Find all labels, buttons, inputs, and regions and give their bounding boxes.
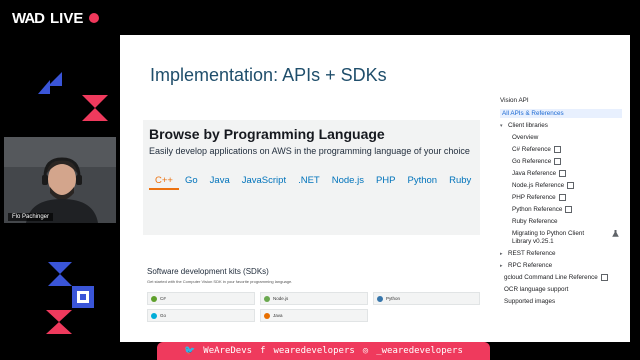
twitter-handle: WeAreDevs: [203, 346, 253, 356]
nav-title[interactable]: Vision API: [500, 97, 529, 104]
presenter-webcam: Flo Pachinger: [4, 137, 116, 223]
external-link-icon: [559, 170, 567, 177]
sdk-card-python[interactable]: Python: [373, 292, 480, 305]
external-link-icon: [600, 274, 608, 281]
instagram-icon: ◎: [362, 346, 369, 356]
nav-client-libraries-label: Client libraries: [508, 122, 548, 129]
nav-csharp-reference[interactable]: C# Reference: [512, 146, 561, 153]
nav-java-reference[interactable]: Java Reference: [512, 170, 567, 177]
sdk-card-label: Python: [386, 296, 401, 301]
nav-rpc-reference[interactable]: ▸ RPC Reference: [500, 262, 552, 269]
sdk-card-label: Java: [273, 313, 283, 318]
sdk-card-label: C#: [160, 296, 166, 301]
nav-gcloud-label: gcloud Command Line Reference: [504, 274, 598, 281]
csharp-icon: [151, 295, 157, 302]
instagram-handle: _wearedevelopers: [376, 346, 463, 356]
nav-client-libraries[interactable]: ▾ Client libraries: [500, 122, 548, 129]
nav-ocr-support[interactable]: OCR language support: [504, 286, 568, 293]
sdk-section: Software development kits (SDKs) Get sta…: [143, 235, 480, 335]
flask-icon: [612, 230, 619, 237]
go-icon: [151, 312, 157, 319]
sdk-card-label: Node.js: [273, 296, 289, 301]
decorative-bowtie-icon: [82, 95, 108, 121]
presentation-slide: Implementation: APIs + SDKs Browse by Pr…: [120, 35, 630, 342]
sdk-heading: Software development kits (SDKs): [147, 267, 269, 276]
external-link-icon: [567, 182, 575, 189]
sdk-card-nodejs[interactable]: Node.js: [260, 292, 368, 305]
caret-right-icon: ▸: [500, 262, 503, 269]
presenter-name: Flo Pachinger: [8, 213, 54, 221]
tab-cpp[interactable]: C++: [149, 174, 179, 190]
nav-python-reference[interactable]: Python Reference: [512, 206, 573, 213]
nav-ruby-reference[interactable]: Ruby Reference: [512, 218, 558, 225]
nav-migrating-line1[interactable]: Migrating to Python Client: [512, 230, 584, 237]
external-link-icon: [558, 194, 566, 201]
facebook-handle: wearedevelopers: [273, 346, 355, 356]
decorative-triangles-icon: [38, 72, 62, 94]
tab-go[interactable]: Go: [179, 174, 204, 190]
aws-language-panel: Browse by Programming Language Easily de…: [143, 120, 480, 235]
social-bar: 🐦 WeAreDevs f wearedevelopers ◎ _wearede…: [157, 342, 490, 360]
language-tabs: C++ Go Java JavaScript .NET Node.js PHP …: [149, 174, 477, 190]
tab-python[interactable]: Python: [402, 174, 444, 190]
nav-link-label: Java Reference: [512, 170, 557, 177]
nav-overview[interactable]: Overview: [512, 134, 538, 141]
sdk-card-java[interactable]: Java: [260, 309, 368, 322]
tab-ruby[interactable]: Ruby: [443, 174, 477, 190]
nav-link-label: C# Reference: [512, 146, 551, 153]
live-label: LIVE: [50, 9, 84, 27]
tab-java[interactable]: Java: [204, 174, 236, 190]
nav-gcloud-reference[interactable]: gcloud Command Line Reference: [504, 274, 608, 281]
nav-link-label: PHP Reference: [512, 194, 556, 201]
sdk-description: Get started with the Computer Vision SDK…: [147, 279, 293, 284]
tab-dotnet[interactable]: .NET: [292, 174, 326, 190]
nav-nodejs-reference[interactable]: Node.js Reference: [512, 182, 575, 189]
external-link-icon: [553, 146, 561, 153]
nav-all-apis[interactable]: All APIs & References: [500, 109, 622, 118]
nav-php-reference[interactable]: PHP Reference: [512, 194, 566, 201]
tab-nodejs[interactable]: Node.js: [326, 174, 370, 190]
external-link-icon: [565, 206, 573, 213]
nav-link-label: Go Reference: [512, 158, 552, 165]
aws-heading: Browse by Programming Language: [149, 126, 385, 142]
nav-rpc-label: RPC Reference: [508, 262, 553, 269]
sdk-card-csharp[interactable]: C#: [147, 292, 255, 305]
python-icon: [377, 295, 383, 302]
nodejs-icon: [264, 295, 270, 302]
decorative-shapes-icon: [46, 262, 94, 334]
nav-link-label: Node.js Reference: [512, 182, 565, 189]
brand-logo: WAD LIVE: [12, 8, 100, 28]
wad-logo: WAD: [12, 9, 45, 27]
sdk-card-go[interactable]: Go: [147, 309, 255, 322]
caret-down-icon: ▾: [500, 122, 503, 129]
nav-go-reference[interactable]: Go Reference: [512, 158, 562, 165]
nav-rest-reference[interactable]: ▸ REST Reference: [500, 250, 555, 257]
caret-right-icon: ▸: [500, 250, 503, 257]
external-link-icon: [554, 158, 562, 165]
tab-javascript[interactable]: JavaScript: [236, 174, 292, 190]
aws-subheading: Easily develop applications on AWS in th…: [149, 146, 470, 156]
nav-migrating-line2[interactable]: Library v0.25.1: [512, 238, 554, 245]
nav-link-label: Python Reference: [512, 206, 563, 213]
java-icon: [264, 312, 270, 319]
slide-title: Implementation: APIs + SDKs: [150, 65, 387, 85]
twitter-icon: 🐦: [184, 346, 196, 356]
sdk-card-label: Go: [160, 313, 167, 318]
nav-rest-label: REST Reference: [508, 250, 556, 257]
facebook-icon: f: [260, 346, 266, 356]
nav-supported-images[interactable]: Supported images: [504, 298, 555, 305]
live-dot-icon: [89, 13, 100, 23]
tab-php[interactable]: PHP: [370, 174, 402, 190]
presenter-avatar-icon: [4, 137, 116, 223]
